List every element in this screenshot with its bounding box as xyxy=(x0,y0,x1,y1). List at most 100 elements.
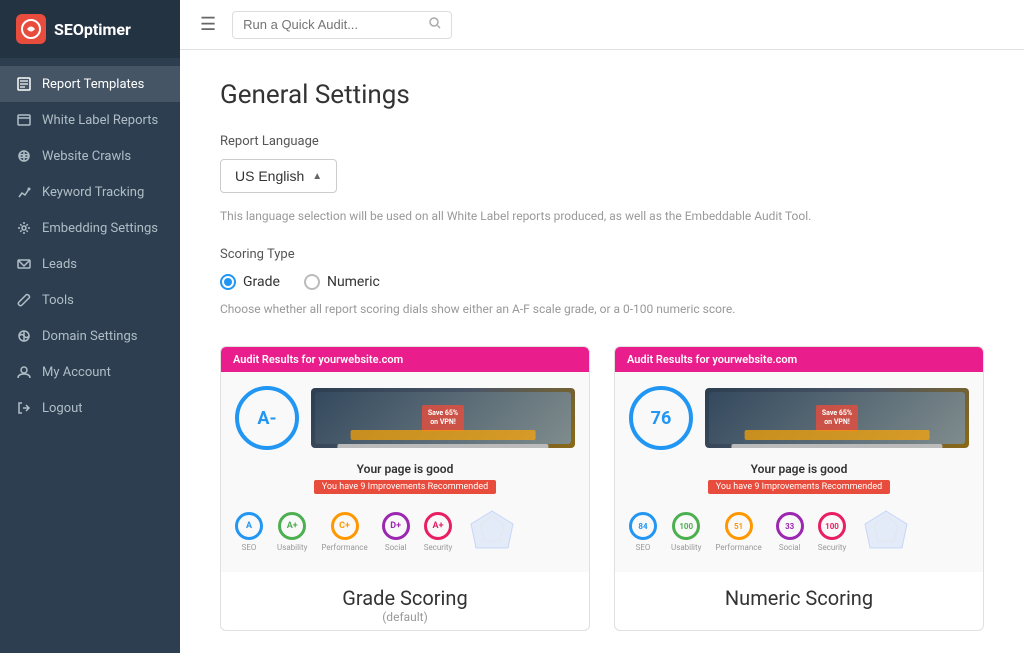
grade-screenshot-placeholder: Save 65%on VPN! xyxy=(311,388,575,448)
grade-warning-text: You have 9 Improvements Recommended xyxy=(314,480,496,494)
sidebar-item-report-templates[interactable]: Report Templates xyxy=(0,66,180,102)
sidebar-item-website-crawls[interactable]: Website Crawls xyxy=(0,138,180,174)
numeric-score-value: 76 xyxy=(651,408,672,429)
sidebar: SEOptimer Report Templates White Label R… xyxy=(0,0,180,653)
grade-score-circle: A- xyxy=(235,386,299,450)
grade-social-ring: D+ xyxy=(382,512,410,540)
sidebar-item-label-my-account: My Account xyxy=(42,365,111,380)
numeric-score-circle: 76 xyxy=(629,386,693,450)
sidebar-item-logout[interactable]: Logout xyxy=(0,390,180,426)
sidebar-item-label-website-crawls: Website Crawls xyxy=(42,149,131,164)
numeric-social-ring: 33 xyxy=(776,512,804,540)
website-crawls-icon xyxy=(16,148,32,164)
hamburger-icon: ☰ xyxy=(200,14,216,34)
grade-card-label: Grade Scoring (default) xyxy=(221,572,589,630)
numeric-security-ring: 100 xyxy=(818,512,846,540)
grade-usability-ring: A+ xyxy=(278,512,306,540)
grade-mini-security: A+ Security xyxy=(424,512,453,552)
grade-mini-circles: A SEO A+ Usability C+ Performance xyxy=(235,506,575,558)
sidebar-item-label-white-label: White Label Reports xyxy=(42,113,158,128)
sidebar-item-my-account[interactable]: My Account xyxy=(0,354,180,390)
grade-mini-usability: A+ Usability xyxy=(277,512,307,552)
content-area: General Settings Report Language US Engl… xyxy=(180,50,1024,653)
radio-numeric-label: Numeric xyxy=(327,274,380,290)
numeric-screenshot-placeholder: Save 65%on VPN! xyxy=(705,388,969,448)
embedding-settings-icon xyxy=(16,220,32,236)
sidebar-item-domain-settings[interactable]: Domain Settings xyxy=(0,318,180,354)
white-label-icon xyxy=(16,112,32,128)
grade-radar-chart xyxy=(466,506,518,558)
grade-seo-ring: A xyxy=(235,512,263,540)
keyword-tracking-icon xyxy=(16,184,32,200)
numeric-usability-ring: 100 xyxy=(672,512,700,540)
radio-grade[interactable]: Grade xyxy=(220,274,280,290)
search-input[interactable] xyxy=(243,17,423,32)
grade-score-value: A- xyxy=(257,408,276,429)
domain-settings-icon xyxy=(16,328,32,344)
numeric-card-label: Numeric Scoring xyxy=(615,572,983,616)
leads-icon xyxy=(16,256,32,272)
numeric-mini-circles: 84 SEO 100 Usability 51 Performance xyxy=(629,506,969,558)
sidebar-item-label-leads: Leads xyxy=(42,257,77,272)
topbar: ☰ xyxy=(180,0,1024,50)
logout-icon xyxy=(16,400,32,416)
grade-preview-top: A- Save 65%on VPN! xyxy=(235,386,575,450)
tools-icon xyxy=(16,292,32,308)
numeric-mini-security: 100 Security xyxy=(818,512,847,552)
numeric-mini-usability: 100 Usability xyxy=(671,512,701,552)
my-account-icon xyxy=(16,364,32,380)
radio-grade-label: Grade xyxy=(243,274,280,290)
sidebar-item-embedding-settings[interactable]: Embedding Settings xyxy=(0,210,180,246)
sidebar-item-label-domain-settings: Domain Settings xyxy=(42,329,137,344)
grade-preview-card: Audit Results for yourwebsite.com A- Sav… xyxy=(220,346,590,631)
sidebar-item-leads[interactable]: Leads xyxy=(0,246,180,282)
grade-sublabel-text: (default) xyxy=(221,610,589,624)
page-title: General Settings xyxy=(220,80,984,110)
search-bar[interactable] xyxy=(232,11,452,39)
numeric-mini-social: 33 Social xyxy=(776,512,804,552)
radio-numeric[interactable]: Numeric xyxy=(304,274,380,290)
grade-good-text: Your page is good xyxy=(357,462,454,476)
sidebar-item-label-logout: Logout xyxy=(42,401,83,416)
language-value: US English xyxy=(235,168,304,184)
numeric-performance-ring: 51 xyxy=(725,512,753,540)
grade-label-text: Grade Scoring xyxy=(221,586,589,610)
numeric-good-text: Your page is good xyxy=(751,462,848,476)
grade-mini-performance: C+ Performance xyxy=(321,512,367,552)
grade-preview-inner: Audit Results for yourwebsite.com A- Sav… xyxy=(221,347,589,572)
numeric-mini-performance: 51 Performance xyxy=(715,512,761,552)
sidebar-item-tools[interactable]: Tools xyxy=(0,282,180,318)
report-language-label: Report Language xyxy=(220,134,984,149)
preview-row: Audit Results for yourwebsite.com A- Sav… xyxy=(220,346,984,631)
grade-preview-body: A- Save 65%on VPN! Your page is good You… xyxy=(221,372,589,572)
numeric-preview-card: Audit Results for yourwebsite.com 76 Sav… xyxy=(614,346,984,631)
scoring-type-label: Scoring Type xyxy=(220,247,984,262)
numeric-mini-seo: 84 SEO xyxy=(629,512,657,552)
report-templates-icon xyxy=(16,76,32,92)
numeric-preview-header: Audit Results for yourwebsite.com xyxy=(615,347,983,372)
radio-numeric-indicator xyxy=(304,274,320,290)
numeric-preview-inner: Audit Results for yourwebsite.com 76 Sav… xyxy=(615,347,983,572)
numeric-warning-text: You have 9 Improvements Recommended xyxy=(708,480,890,494)
logo-icon xyxy=(16,14,46,44)
numeric-radar-chart xyxy=(860,506,912,558)
dropdown-arrow-icon: ▲ xyxy=(312,171,322,182)
sidebar-logo: SEOptimer xyxy=(0,0,180,58)
scoring-radio-group: Grade Numeric xyxy=(220,274,984,290)
sidebar-item-keyword-tracking[interactable]: Keyword Tracking xyxy=(0,174,180,210)
search-icon xyxy=(429,17,441,33)
sidebar-item-label-keyword-tracking: Keyword Tracking xyxy=(42,185,144,200)
sidebar-nav: Report Templates White Label Reports Web… xyxy=(0,58,180,653)
main-area: ☰ General Settings Report Language US En… xyxy=(180,0,1024,653)
numeric-preview-body: 76 Save 65%on VPN! Your page is good You… xyxy=(615,372,983,572)
sidebar-item-label-report-templates: Report Templates xyxy=(42,77,144,92)
grade-preview-header: Audit Results for yourwebsite.com xyxy=(221,347,589,372)
grade-mini-social: D+ Social xyxy=(382,512,410,552)
sidebar-item-white-label-reports[interactable]: White Label Reports xyxy=(0,102,180,138)
numeric-preview-top: 76 Save 65%on VPN! xyxy=(629,386,969,450)
grade-performance-ring: C+ xyxy=(331,512,359,540)
radio-grade-indicator xyxy=(220,274,236,290)
menu-button[interactable]: ☰ xyxy=(196,10,220,39)
language-dropdown[interactable]: US English ▲ xyxy=(220,159,337,193)
logo-text: SEOptimer xyxy=(54,20,131,39)
